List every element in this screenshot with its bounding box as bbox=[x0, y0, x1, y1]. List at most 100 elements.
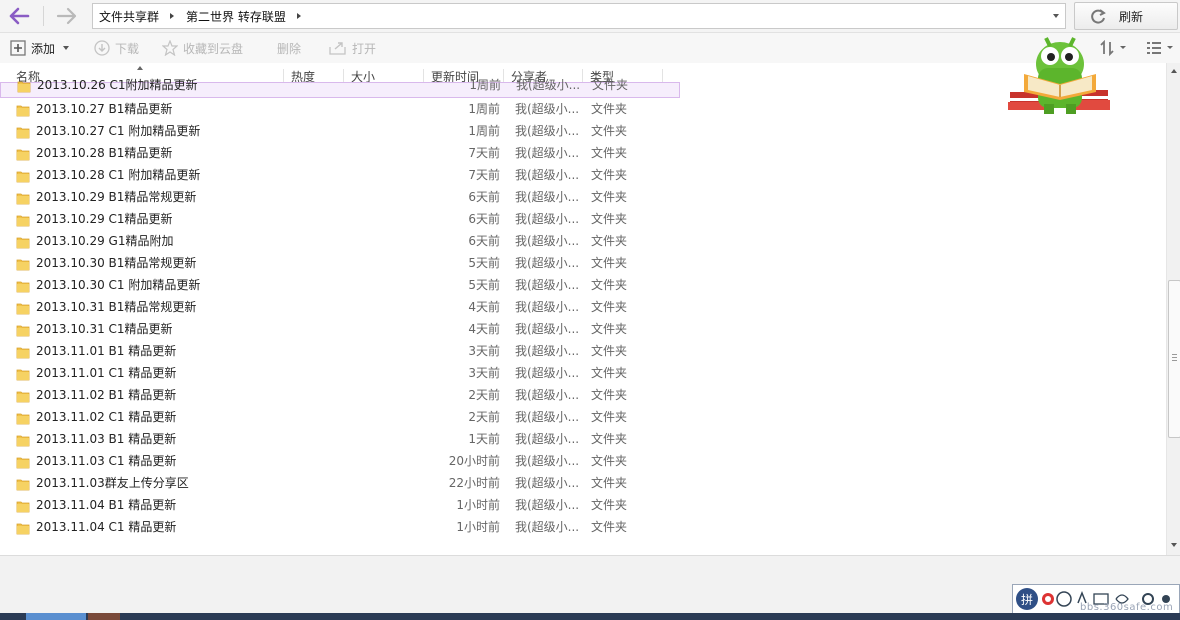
file-updated-time: 1周前 bbox=[468, 124, 500, 138]
taskbar-item[interactable] bbox=[26, 613, 86, 620]
file-row[interactable]: 2013.10.31 C1精品更新 4天前 我(超级小... 文件夹 bbox=[0, 318, 680, 340]
file-row[interactable]: 2013.10.29 C1精品更新 6天前 我(超级小... 文件夹 bbox=[0, 208, 680, 230]
file-sharer: 我(超级小... bbox=[515, 476, 580, 490]
breadcrumb-separator-icon bbox=[296, 13, 301, 19]
file-updated-time: 4天前 bbox=[468, 322, 500, 336]
refresh-button[interactable]: 刷新 bbox=[1074, 2, 1178, 30]
file-row[interactable]: 2013.10.30 B1精品常规更新 5天前 我(超级小... 文件夹 bbox=[0, 252, 680, 274]
file-name: 2013.10.27 C1 附加精品更新 bbox=[36, 124, 201, 138]
file-name: 2013.11.01 B1 精品更新 bbox=[36, 344, 177, 358]
file-type: 文件夹 bbox=[592, 78, 629, 92]
file-name: 2013.11.03 C1 精品更新 bbox=[36, 454, 177, 468]
file-sharer: 我(超级小... bbox=[515, 410, 580, 424]
file-sharer: 我(超级小... bbox=[515, 168, 580, 182]
file-name: 2013.10.31 C1精品更新 bbox=[36, 322, 173, 336]
file-updated-time: 1小时前 bbox=[456, 520, 500, 534]
file-type: 文件夹 bbox=[591, 190, 628, 204]
back-button[interactable] bbox=[4, 2, 34, 30]
forward-button[interactable] bbox=[52, 2, 82, 30]
file-row[interactable]: 2013.11.01 B1 精品更新 3天前 我(超级小... 文件夹 bbox=[0, 340, 680, 362]
open-button[interactable]: 打开 bbox=[329, 33, 376, 63]
file-updated-time: 6天前 bbox=[468, 212, 500, 226]
delete-label: 删除 bbox=[277, 41, 302, 56]
file-updated-time: 4天前 bbox=[468, 300, 500, 314]
ime-mode-icon[interactable]: 拼 bbox=[1016, 588, 1038, 610]
file-sharer: 我(超级小... bbox=[515, 234, 580, 248]
open-label: 打开 bbox=[352, 41, 377, 56]
file-row[interactable]: 2013.10.28 C1 附加精品更新 7天前 我(超级小... 文件夹 bbox=[0, 164, 680, 186]
file-updated-time: 2天前 bbox=[468, 410, 500, 424]
file-name: 2013.11.02 C1 精品更新 bbox=[36, 410, 177, 424]
file-type: 文件夹 bbox=[591, 454, 628, 468]
file-row[interactable]: 2013.10.28 B1精品更新 7天前 我(超级小... 文件夹 bbox=[0, 142, 680, 164]
file-sharer: 我(超级小... bbox=[515, 322, 580, 336]
grip-line bbox=[1172, 360, 1177, 361]
refresh-label: 刷新 bbox=[1119, 9, 1144, 24]
file-row[interactable]: 2013.11.03 B1 精品更新 1天前 我(超级小... 文件夹 bbox=[0, 428, 680, 450]
chevron-down-icon[interactable] bbox=[1053, 14, 1059, 18]
file-sharer: 我(超级小... bbox=[515, 520, 580, 534]
file-sharer: 我(超级小... bbox=[515, 102, 580, 116]
delete-button[interactable]: 删除 bbox=[277, 33, 301, 63]
file-type: 文件夹 bbox=[591, 366, 628, 380]
file-row[interactable]: 2013.11.03群友上传分享区 22小时前 我(超级小... 文件夹 bbox=[0, 472, 680, 494]
breadcrumb-item-folder[interactable]: 第二世界 转存联盟 bbox=[180, 8, 291, 25]
back-arrow-icon bbox=[9, 7, 30, 25]
nav-divider bbox=[43, 6, 44, 26]
file-row[interactable]: 2013.10.27 C1 附加精品更新 1周前 我(超级小... 文件夹 bbox=[0, 120, 680, 142]
file-type: 文件夹 bbox=[591, 212, 628, 226]
refresh-icon bbox=[1091, 9, 1106, 24]
breadcrumb-separator-icon bbox=[170, 13, 175, 19]
file-name: 2013.10.28 B1精品更新 bbox=[36, 146, 173, 160]
file-name: 2013.11.04 C1 精品更新 bbox=[36, 520, 177, 534]
scroll-up-icon[interactable] bbox=[1171, 69, 1177, 73]
save-to-cloud-button[interactable]: 收藏到云盘 bbox=[162, 33, 243, 63]
file-sharer: 我(超级小... bbox=[515, 344, 580, 358]
file-name: 2013.10.29 G1精品附加 bbox=[36, 234, 174, 248]
file-sharer: 我(超级小... bbox=[515, 190, 580, 204]
file-updated-time: 6天前 bbox=[468, 234, 500, 248]
file-type: 文件夹 bbox=[591, 146, 628, 160]
download-label: 下载 bbox=[115, 41, 140, 56]
file-sharer: 我(超级小... bbox=[515, 146, 580, 160]
file-row[interactable]: 2013.10.29 G1精品附加 6天前 我(超级小... 文件夹 bbox=[0, 230, 680, 252]
breadcrumb[interactable]: 文件共享群 第二世界 转存联盟 bbox=[92, 3, 1066, 29]
star-icon bbox=[162, 40, 178, 56]
view-mode-button[interactable] bbox=[1146, 40, 1176, 56]
download-button[interactable]: 下载 bbox=[94, 33, 139, 63]
navigation-bar: 文件共享群 第二世界 转存联盟 刷新 bbox=[0, 0, 1180, 33]
file-sharer: 我(超级小... bbox=[515, 454, 580, 468]
chevron-down-icon bbox=[63, 46, 70, 50]
add-label: 添加 bbox=[31, 41, 56, 56]
file-updated-time: 1天前 bbox=[468, 432, 500, 446]
file-updated-time: 1周前 bbox=[468, 102, 500, 116]
file-rows: 2013.10.26 C1附加精品更新 1周前 我(超级小... 文件夹 2013.10… bbox=[0, 78, 680, 538]
add-button[interactable]: 添加 bbox=[10, 33, 70, 63]
file-row[interactable]: 2013.11.01 C1 精品更新 3天前 我(超级小... 文件夹 bbox=[0, 362, 680, 384]
file-sharer: 我(超级小... bbox=[515, 300, 580, 314]
file-row[interactable]: 2013.11.02 C1 精品更新 2天前 我(超级小... 文件夹 bbox=[0, 406, 680, 428]
taskbar-item[interactable] bbox=[88, 613, 120, 620]
file-sharer: 我(超级小... bbox=[515, 366, 580, 380]
file-row[interactable]: 2013.11.02 B1 精品更新 2天前 我(超级小... 文件夹 bbox=[0, 384, 680, 406]
breadcrumb-item-group[interactable]: 文件共享群 bbox=[93, 8, 164, 25]
vertical-scrollbar[interactable] bbox=[1166, 63, 1180, 555]
file-row[interactable]: 2013.10.27 B1精品更新 1周前 我(超级小... 文件夹 bbox=[0, 98, 680, 120]
add-icon bbox=[10, 40, 26, 56]
file-updated-time: 5天前 bbox=[468, 278, 500, 292]
scroll-thumb[interactable] bbox=[1168, 280, 1180, 438]
scroll-down-icon[interactable] bbox=[1171, 543, 1177, 547]
file-row[interactable]: 2013.10.29 B1精品常规更新 6天前 我(超级小... 文件夹 bbox=[0, 186, 680, 208]
file-name: 2013.10.27 B1精品更新 bbox=[36, 102, 173, 116]
file-row[interactable]: 2013.10.26 C1附加精品更新 1周前 我(超级小... 文件夹 bbox=[0, 78, 680, 98]
file-type: 文件夹 bbox=[591, 300, 628, 314]
file-row[interactable]: 2013.10.31 B1精品常规更新 4天前 我(超级小... 文件夹 bbox=[0, 296, 680, 318]
file-row[interactable]: 2013.11.03 C1 精品更新 20小时前 我(超级小... 文件夹 bbox=[0, 450, 680, 472]
file-row[interactable]: 2013.11.04 B1 精品更新 1小时前 我(超级小... 文件夹 bbox=[0, 494, 680, 516]
file-row[interactable]: 2013.10.30 C1 附加精品更新 5天前 我(超级小... 文件夹 bbox=[0, 274, 680, 296]
file-name: 2013.10.26 C1附加精品更新 bbox=[37, 78, 198, 92]
file-row[interactable]: 2013.11.04 C1 精品更新 1小时前 我(超级小... 文件夹 bbox=[0, 516, 680, 538]
file-sharer: 我(超级小... bbox=[515, 256, 580, 270]
file-name: 2013.10.30 B1精品常规更新 bbox=[36, 256, 197, 270]
file-updated-time: 3天前 bbox=[468, 366, 500, 380]
